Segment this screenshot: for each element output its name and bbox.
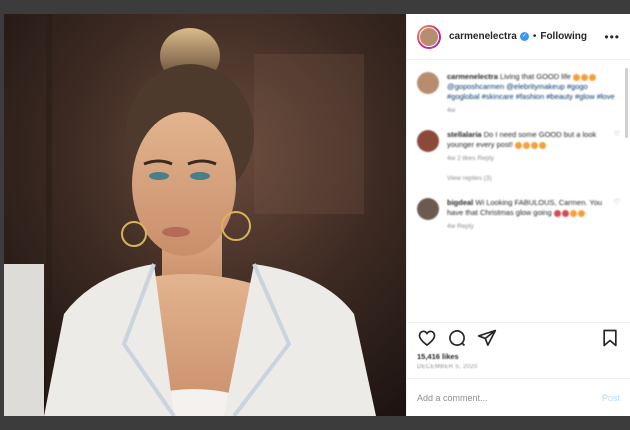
heart-icon[interactable] (417, 328, 437, 348)
comments-list: carmenelectra Living that GOOD life @gop… (407, 60, 630, 322)
comment-meta[interactable]: 4w Reply (447, 222, 610, 232)
post-comment-button[interactable]: Post (602, 393, 620, 403)
post-photo[interactable] (4, 14, 406, 416)
comment-username[interactable]: carmenelectra (447, 72, 498, 81)
comment-icon[interactable] (447, 328, 467, 348)
comment-avatar[interactable] (417, 198, 439, 220)
comments-scrollbar[interactable] (625, 68, 628, 138)
likes-count[interactable]: 15,416 likes (407, 352, 630, 361)
post-actions (407, 322, 630, 352)
following-button[interactable]: Following (540, 31, 587, 42)
post-side-panel: carmenelectra ✓ • Following ••• carmenel… (406, 14, 630, 416)
add-comment-bar: Post (407, 378, 630, 416)
more-horizontal-icon[interactable]: ••• (604, 30, 620, 44)
post-date: DECEMBER 5, 2020 (417, 364, 478, 370)
add-comment-input[interactable] (417, 392, 602, 403)
post-header: carmenelectra ✓ • Following ••• (407, 14, 630, 60)
comment-item: stellalaria Do I need some GOOD but a lo… (417, 130, 620, 184)
verified-badge-icon: ✓ (519, 32, 529, 41)
bookmark-icon[interactable] (600, 328, 620, 348)
comment-meta: 4w (447, 107, 456, 114)
comment-avatar[interactable] (417, 130, 439, 152)
like-comment-heart-icon[interactable]: ♡ (614, 130, 620, 184)
photo-left-edge (4, 264, 44, 416)
view-replies-link[interactable]: View replies (3) (447, 174, 610, 184)
comment-item: bigdeal Wi Looking FABULOUS, Carmen. You… (417, 198, 620, 232)
comment-username[interactable]: bigdeal (447, 198, 473, 207)
comment-tags[interactable]: @goposhcarmen @elebritymakeup #gogo #gog… (447, 82, 620, 102)
comment-avatar[interactable] (417, 72, 439, 94)
comment-username[interactable]: stellalaria (447, 130, 482, 139)
share-icon[interactable] (477, 328, 497, 348)
comment-item: carmenelectra Living that GOOD life @gop… (417, 72, 620, 116)
post-modal: carmenelectra ✓ • Following ••• carmenel… (4, 14, 630, 416)
comment-text: Living that GOOD life (499, 72, 571, 81)
author-username[interactable]: carmenelectra (449, 31, 517, 42)
author-avatar[interactable] (417, 24, 441, 49)
like-comment-heart-icon[interactable]: ♡ (614, 198, 620, 232)
portrait-image (4, 14, 406, 416)
comment-meta[interactable]: 4w 2 likes Reply (447, 154, 610, 164)
header-separator: • (532, 31, 537, 42)
